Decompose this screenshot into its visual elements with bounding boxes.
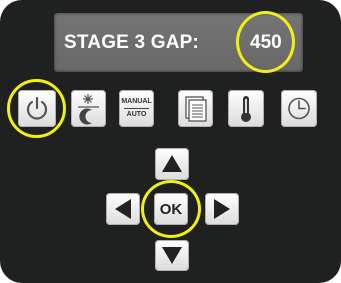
triangle-up-icon — [162, 155, 182, 172]
document-list-icon — [185, 96, 207, 122]
controller-panel: STAGE 3 GAP: 450 MANUAL AUTO OK — [0, 0, 341, 283]
lcd-display: STAGE 3 GAP: 450 — [54, 13, 303, 72]
display-label: STAGE 3 GAP: — [64, 32, 200, 53]
temperature-button[interactable] — [228, 90, 264, 127]
day-night-button[interactable] — [71, 90, 106, 127]
down-arrow-button[interactable] — [155, 240, 189, 271]
triangle-down-icon — [162, 247, 182, 264]
clock-button[interactable] — [281, 90, 317, 127]
clock-icon — [288, 97, 310, 120]
manual-label: MANUAL — [121, 98, 152, 105]
manual-auto-divider — [124, 108, 149, 109]
triangle-right-icon — [214, 199, 230, 219]
power-button[interactable] — [18, 90, 56, 127]
ok-label: OK — [159, 201, 183, 218]
ok-button[interactable]: OK — [154, 193, 188, 225]
manual-auto-button[interactable]: MANUAL AUTO — [119, 90, 154, 127]
auto-label: AUTO — [126, 111, 147, 118]
left-arrow-button[interactable] — [106, 193, 140, 225]
triangle-left-icon — [115, 199, 131, 219]
right-arrow-button[interactable] — [205, 193, 239, 225]
thermometer-icon — [241, 96, 251, 122]
display-value: 450 — [250, 32, 282, 53]
sun-moon-icon — [78, 94, 99, 125]
power-icon — [26, 96, 48, 120]
up-arrow-button[interactable] — [155, 148, 189, 180]
menu-button[interactable] — [178, 90, 213, 127]
